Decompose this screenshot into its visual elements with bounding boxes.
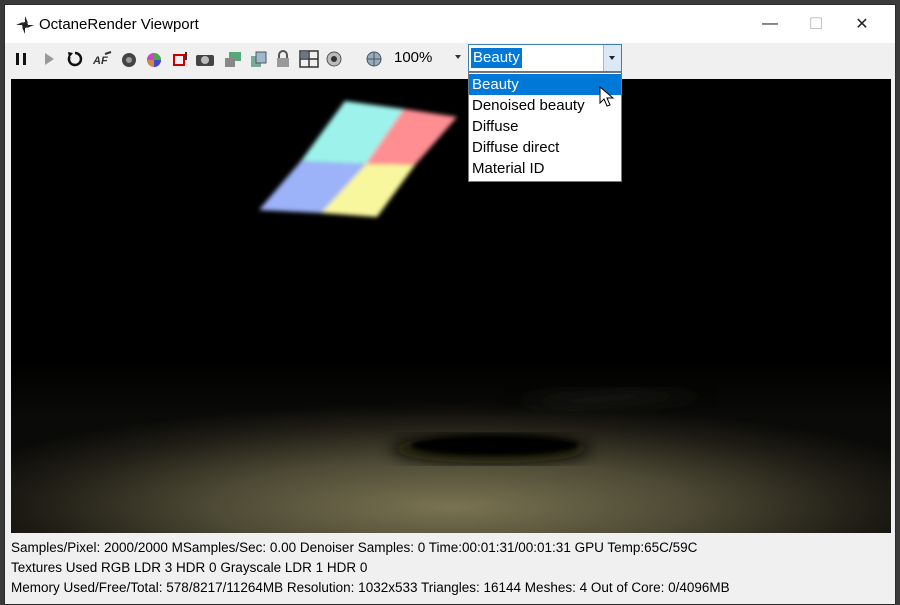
render-image	[11, 101, 891, 533]
status-line-memory: Memory Used/Free/Total: 578/8217/11264MB…	[11, 580, 730, 595]
color-picker-icon[interactable]	[145, 49, 165, 69]
zoom-level[interactable]: 100%	[394, 49, 464, 69]
window-title: OctaneRender Viewport	[39, 16, 199, 33]
restart-icon[interactable]	[65, 49, 85, 69]
close-button[interactable]: ✕	[839, 5, 885, 43]
play-icon[interactable]	[39, 49, 59, 69]
network-icon[interactable]	[364, 49, 384, 69]
status-line-render-stats: Samples/Pixel: 2000/2000 MSamples/Sec: 0…	[11, 540, 698, 555]
svg-text:AF: AF	[93, 55, 108, 67]
minimize-button[interactable]: —	[747, 5, 793, 43]
render-pass-selected: Beauty	[471, 48, 522, 68]
snapshot-icon[interactable]	[195, 49, 215, 69]
title-bar[interactable]: OctaneRender Viewport — ☐ ✕	[5, 5, 895, 43]
save-icon[interactable]	[223, 49, 243, 69]
eye-icon[interactable]	[325, 49, 345, 69]
pause-icon[interactable]	[11, 49, 31, 69]
maximize-button[interactable]: ☐	[793, 5, 839, 43]
pass-option-diffuse-direct[interactable]: Diffuse direct	[469, 137, 621, 158]
pass-option-diffuse[interactable]: Diffuse	[469, 116, 621, 137]
render-viewport[interactable]	[11, 79, 891, 533]
camera-target-icon[interactable]	[119, 49, 139, 69]
zoom-chevron-down-icon[interactable]	[455, 55, 461, 59]
render-pass-dropdown: Beauty Denoised beauty Diffuse Diffuse d…	[468, 72, 622, 182]
chevron-down-icon[interactable]	[603, 45, 621, 71]
emissive-plane	[259, 101, 457, 217]
layers-icon[interactable]	[249, 49, 269, 69]
octane-viewport-window: OctaneRender Viewport — ☐ ✕ AF 100% Beau…	[4, 4, 896, 605]
lock-icon[interactable]	[273, 49, 293, 69]
octane-logo-icon	[16, 16, 34, 34]
region-render-icon[interactable]	[171, 49, 191, 69]
autofocus-icon[interactable]: AF	[93, 49, 113, 69]
status-line-textures: Textures Used RGB LDR 3 HDR 0 Grayscale …	[11, 560, 368, 575]
render-pass-select[interactable]: Beauty	[468, 44, 622, 72]
mouse-cursor-icon	[599, 86, 615, 107]
grid-view-icon[interactable]	[299, 49, 319, 69]
pass-option-material-id[interactable]: Material ID	[469, 158, 621, 179]
